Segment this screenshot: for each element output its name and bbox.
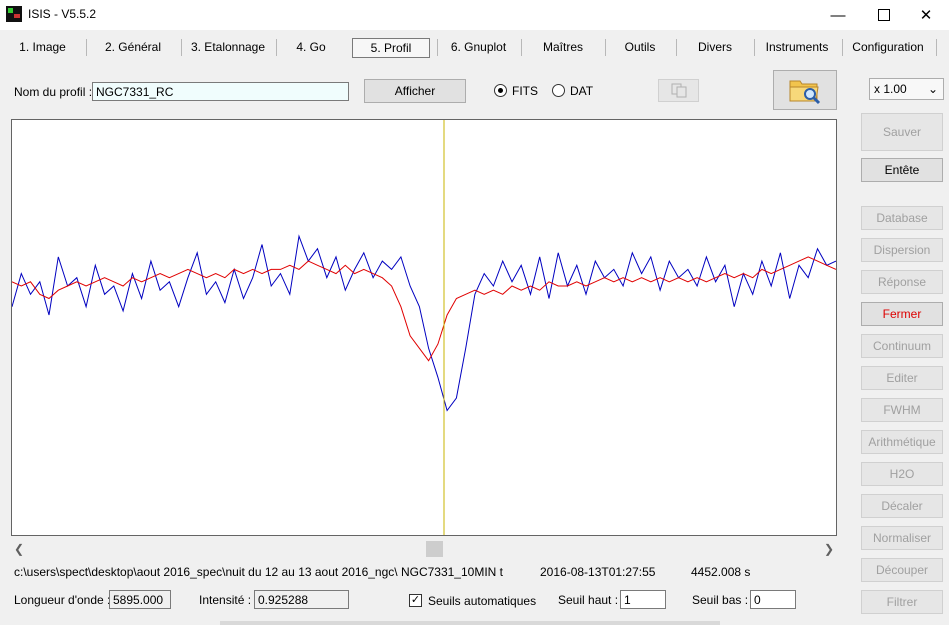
folder-search-icon — [789, 80, 821, 105]
window-bottom-edge — [220, 621, 720, 625]
profile-plot[interactable] — [11, 119, 837, 536]
dat-label: DAT — [570, 84, 594, 98]
tab-bar: 1. Image 2. Général 3. Etalonnage 4. Go … — [0, 36, 949, 60]
scroll-right-icon[interactable]: ❯ — [824, 542, 834, 556]
intensity-label: Intensité : — [199, 593, 252, 607]
low-threshold-label: Seuil bas : — [692, 593, 749, 607]
window-title: ISIS - V5.5.2 — [28, 7, 97, 21]
title-bar: ISIS - V5.5.2 — ✕ — [0, 0, 949, 30]
show-button[interactable]: Afficher — [364, 79, 466, 103]
high-threshold-input[interactable]: 1 — [620, 590, 666, 609]
auto-thresholds-checkbox[interactable]: ✓ — [409, 594, 422, 607]
tab-image[interactable]: 1. Image — [10, 36, 75, 58]
side-button-d-couper[interactable]: Découper — [861, 558, 943, 582]
tab-separator — [936, 39, 937, 56]
tab-profil[interactable]: 5. Profil — [352, 38, 430, 58]
tab-separator — [605, 39, 606, 56]
fits-label: FITS — [512, 84, 538, 98]
side-button-filtrer[interactable]: Filtrer — [861, 590, 943, 614]
dat-radio[interactable] — [552, 84, 565, 97]
intensity-field[interactable]: 0.925288 — [254, 590, 349, 609]
wavelength-label: Longueur d'onde : — [14, 593, 111, 607]
tab-instruments[interactable]: Instruments — [760, 36, 834, 58]
profile-name-label: Nom du profil : — [14, 85, 93, 99]
side-button-d-caler[interactable]: Décaler — [861, 494, 943, 518]
tab-separator — [437, 39, 438, 56]
tab-separator — [181, 39, 182, 56]
scroll-left-icon[interactable]: ❮ — [14, 542, 24, 556]
side-button-fermer[interactable]: Fermer — [861, 302, 943, 326]
tab-separator — [676, 39, 677, 56]
side-button-dispersion[interactable]: Dispersion — [861, 238, 943, 262]
open-folder-button[interactable] — [773, 70, 837, 110]
copy-button[interactable] — [658, 79, 699, 102]
auto-thresholds-label: Seuils automatiques — [428, 594, 537, 608]
tab-go[interactable]: 4. Go — [285, 36, 337, 58]
side-button-editer[interactable]: Editer — [861, 366, 943, 390]
zoom-select[interactable]: x 1.00 ⌄ — [869, 78, 944, 100]
side-button-sauver[interactable]: Sauver — [861, 113, 943, 151]
exposure-text: 4452.008 s — [691, 565, 751, 579]
zoom-value: x 1.00 — [874, 82, 907, 96]
tab-separator — [86, 39, 87, 56]
tab-etalonnage[interactable]: 3. Etalonnage — [188, 36, 268, 58]
tab-separator — [521, 39, 522, 56]
side-button-normaliser[interactable]: Normaliser — [861, 526, 943, 550]
profile-name-input[interactable]: NGC7331_RC — [92, 82, 349, 101]
side-button-fwhm[interactable]: FWHM — [861, 398, 943, 422]
copy-icon — [671, 83, 686, 98]
chevron-down-icon: ⌄ — [927, 82, 938, 96]
tab-separator — [842, 39, 843, 56]
side-button-ent-te[interactable]: Entête — [861, 158, 943, 182]
tab-gnuplot[interactable]: 6. Gnuplot — [445, 36, 512, 58]
tab-separator — [276, 39, 277, 56]
side-button-h2o[interactable]: H2O — [861, 462, 943, 486]
wavelength-field[interactable]: 5895.000 — [109, 590, 171, 609]
tab-general[interactable]: 2. Général — [97, 36, 169, 58]
file-path-text: c:\users\spect\desktop\aout 2016_spec\nu… — [14, 565, 503, 579]
tab-maitres[interactable]: Maîtres — [530, 36, 596, 58]
tab-separator — [754, 39, 755, 56]
side-button-database[interactable]: Database — [861, 206, 943, 230]
low-threshold-input[interactable]: 0 — [750, 590, 796, 609]
tab-divers[interactable]: Divers — [684, 36, 746, 58]
profile-chart — [12, 120, 836, 535]
maximize-icon[interactable] — [861, 0, 907, 30]
high-threshold-label: Seuil haut : — [558, 593, 619, 607]
side-button-r-ponse[interactable]: Réponse — [861, 270, 943, 294]
date-text: 2016-08-13T01:27:55 — [540, 565, 656, 579]
side-button-arithm-tique[interactable]: Arithmétique — [861, 430, 943, 454]
side-button-continuum[interactable]: Continuum — [861, 334, 943, 358]
tab-configuration[interactable]: Configuration — [850, 36, 926, 58]
profile-series-blue — [12, 234, 836, 412]
minimize-icon[interactable]: — — [815, 0, 861, 30]
app-logo-icon — [6, 6, 22, 22]
close-icon[interactable]: ✕ — [903, 0, 949, 30]
fits-radio[interactable] — [494, 84, 507, 97]
tab-outils[interactable]: Outils — [612, 36, 668, 58]
scrollbar-thumb[interactable] — [426, 541, 443, 557]
